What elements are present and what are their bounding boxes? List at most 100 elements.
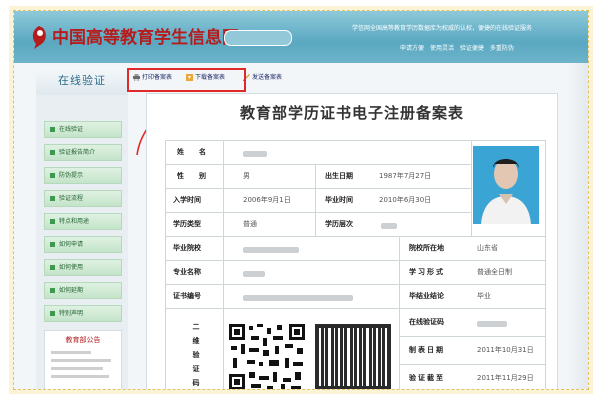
label-study-form: 学习形式 bbox=[409, 268, 445, 276]
table-line bbox=[165, 308, 545, 309]
site-header: 中国高等教育学生信息网 学信网全国高等教育学历数据库为权威的认权，便捷的在线验证… bbox=[14, 11, 588, 63]
redacted-value bbox=[243, 295, 353, 301]
value-valid-until: 2011年11月29日 bbox=[477, 374, 534, 382]
logo-icon bbox=[32, 26, 46, 49]
label-edu-type: 学历类型 bbox=[173, 220, 201, 228]
sidebar-item-report-intro[interactable]: 验证报告简介 bbox=[44, 144, 122, 161]
bullet-icon bbox=[50, 150, 55, 155]
label-gender: 性 别 bbox=[177, 172, 210, 180]
bullet-icon bbox=[50, 196, 55, 201]
sidebar-title: 在线验证 bbox=[36, 67, 128, 95]
header-description: 学信网全国高等教育学历数据库为权威的认权，便捷的在线验证服务 bbox=[352, 25, 533, 32]
table-line bbox=[399, 236, 400, 389]
sidebar-item-online-verify[interactable]: 在线验证 bbox=[44, 121, 122, 138]
label-school-location: 院校所在地 bbox=[409, 244, 444, 252]
sidebar-item-statement[interactable]: 特别声明 bbox=[44, 305, 122, 322]
label-graduate: 毕业时间 bbox=[325, 196, 353, 204]
label-valid-until: 验证截至 bbox=[409, 374, 445, 382]
document-title: 教育部学历证书电子注册备案表 bbox=[239, 104, 464, 122]
table-line bbox=[165, 164, 471, 165]
notice-box: 教育部公告 bbox=[44, 330, 122, 389]
value-conclusion: 毕业 bbox=[477, 292, 491, 300]
notice-title[interactable]: 教育部公告 bbox=[45, 335, 121, 345]
slogan-2: 使用灵活 bbox=[429, 45, 454, 52]
left-sidebar: 在线验证 在线验证 验证报告简介 防伪提示 验证流程 特点和用途 如何申请 如何… bbox=[36, 67, 128, 389]
value-issue-date: 2011年10月31日 bbox=[477, 346, 534, 354]
value-graduate: 2010年6月30日 bbox=[379, 196, 432, 204]
slogan-3: 验证便捷 bbox=[459, 45, 484, 52]
value-school-location: 山东省 bbox=[477, 244, 498, 252]
redacted-value bbox=[243, 151, 267, 157]
bullet-icon bbox=[50, 242, 55, 247]
slogan-1: 申请方便 bbox=[400, 45, 425, 52]
table-line bbox=[165, 284, 545, 285]
bullet-icon bbox=[50, 265, 55, 270]
sidebar-item-label: 防伪提示 bbox=[59, 172, 84, 179]
notice-text-line bbox=[51, 367, 103, 370]
sidebar-item-apply[interactable]: 如何申请 bbox=[44, 236, 122, 253]
send-label: 发送备案表 bbox=[252, 74, 283, 81]
label-issue-date: 制表日期 bbox=[409, 346, 445, 354]
value-enroll: 2006年9月1日 bbox=[243, 196, 291, 204]
screenshot-frame: 中国高等教育学生信息网 学信网全国高等教育学历数据库为权威的认权，便捷的在线验证… bbox=[13, 10, 589, 390]
label-verify-code: 在线验证码 bbox=[409, 318, 444, 326]
table-line bbox=[315, 164, 316, 236]
label-edu-level: 学历层次 bbox=[325, 220, 353, 228]
table-line bbox=[165, 140, 545, 141]
redacted-value bbox=[381, 223, 397, 229]
value-birth: 1987年7月27日 bbox=[379, 172, 432, 180]
sidebar-item-label: 如何申请 bbox=[59, 241, 84, 248]
certificate-panel: 教育部学历证书电子注册备案表 姓 名 性 别 男 出生日期 1987年7月27日… bbox=[146, 93, 558, 389]
notice-text-line bbox=[51, 359, 111, 362]
sidebar-item-features[interactable]: 特点和用途 bbox=[44, 213, 122, 230]
notice-text-line bbox=[51, 375, 109, 378]
bullet-icon bbox=[50, 219, 55, 224]
sidebar-item-label: 如何延期 bbox=[59, 287, 84, 294]
table-line bbox=[399, 364, 545, 365]
sidebar-item-anti-fake[interactable]: 防伪提示 bbox=[44, 167, 122, 184]
sidebar-item-label: 特点和用途 bbox=[59, 218, 90, 225]
label-enroll: 入学时间 bbox=[173, 196, 201, 204]
value-study-form: 普通全日制 bbox=[477, 268, 512, 276]
student-photo bbox=[473, 146, 539, 224]
sidebar-item-usage[interactable]: 如何使用 bbox=[44, 259, 122, 276]
sidebar-item-label: 验证流程 bbox=[59, 195, 84, 202]
portrait-image bbox=[473, 146, 539, 224]
label-cert-no: 证书编号 bbox=[173, 292, 201, 300]
table-line bbox=[165, 212, 471, 213]
qr-code-image bbox=[227, 322, 307, 389]
value-edu-type: 普通 bbox=[243, 220, 257, 228]
label-qr: 二维验证码 bbox=[192, 323, 200, 387]
table-line bbox=[165, 140, 166, 389]
header-slogan: 申请方便 使用灵活 验证便捷 多重防伪 bbox=[400, 43, 514, 52]
bullet-icon bbox=[50, 173, 55, 178]
bullet-icon bbox=[50, 311, 55, 316]
highlight-box bbox=[127, 68, 246, 92]
table-line bbox=[399, 336, 545, 337]
table-line bbox=[223, 140, 224, 389]
sidebar-item-process[interactable]: 验证流程 bbox=[44, 190, 122, 207]
sidebar-item-label: 如何使用 bbox=[59, 264, 84, 271]
table-line bbox=[471, 140, 472, 236]
redacted-value bbox=[477, 321, 507, 327]
send-button[interactable]: 发送备案表 bbox=[243, 72, 282, 84]
table-line bbox=[545, 140, 546, 389]
label-major: 专业名称 bbox=[173, 268, 201, 276]
sidebar-item-label: 特别声明 bbox=[59, 310, 84, 317]
value-gender: 男 bbox=[243, 172, 250, 180]
slogan-4: 多重防伪 bbox=[489, 45, 514, 52]
barcode-image bbox=[313, 322, 393, 389]
notice-text-line bbox=[51, 351, 91, 354]
sidebar-item-label: 在线验证 bbox=[59, 126, 84, 133]
right-edge-shade bbox=[568, 63, 588, 389]
sidebar-item-extend[interactable]: 如何延期 bbox=[44, 282, 122, 299]
redacted-value bbox=[243, 247, 299, 253]
label-birth: 出生日期 bbox=[325, 172, 353, 180]
site-title[interactable]: 中国高等教育学生信息网 bbox=[52, 23, 239, 48]
table-line bbox=[165, 236, 545, 237]
label-name: 姓 名 bbox=[177, 148, 210, 156]
sidebar-item-label: 验证报告简介 bbox=[59, 149, 96, 156]
label-school: 毕业院校 bbox=[173, 244, 201, 252]
table-line bbox=[165, 188, 471, 189]
site-tag-badge bbox=[224, 30, 292, 46]
